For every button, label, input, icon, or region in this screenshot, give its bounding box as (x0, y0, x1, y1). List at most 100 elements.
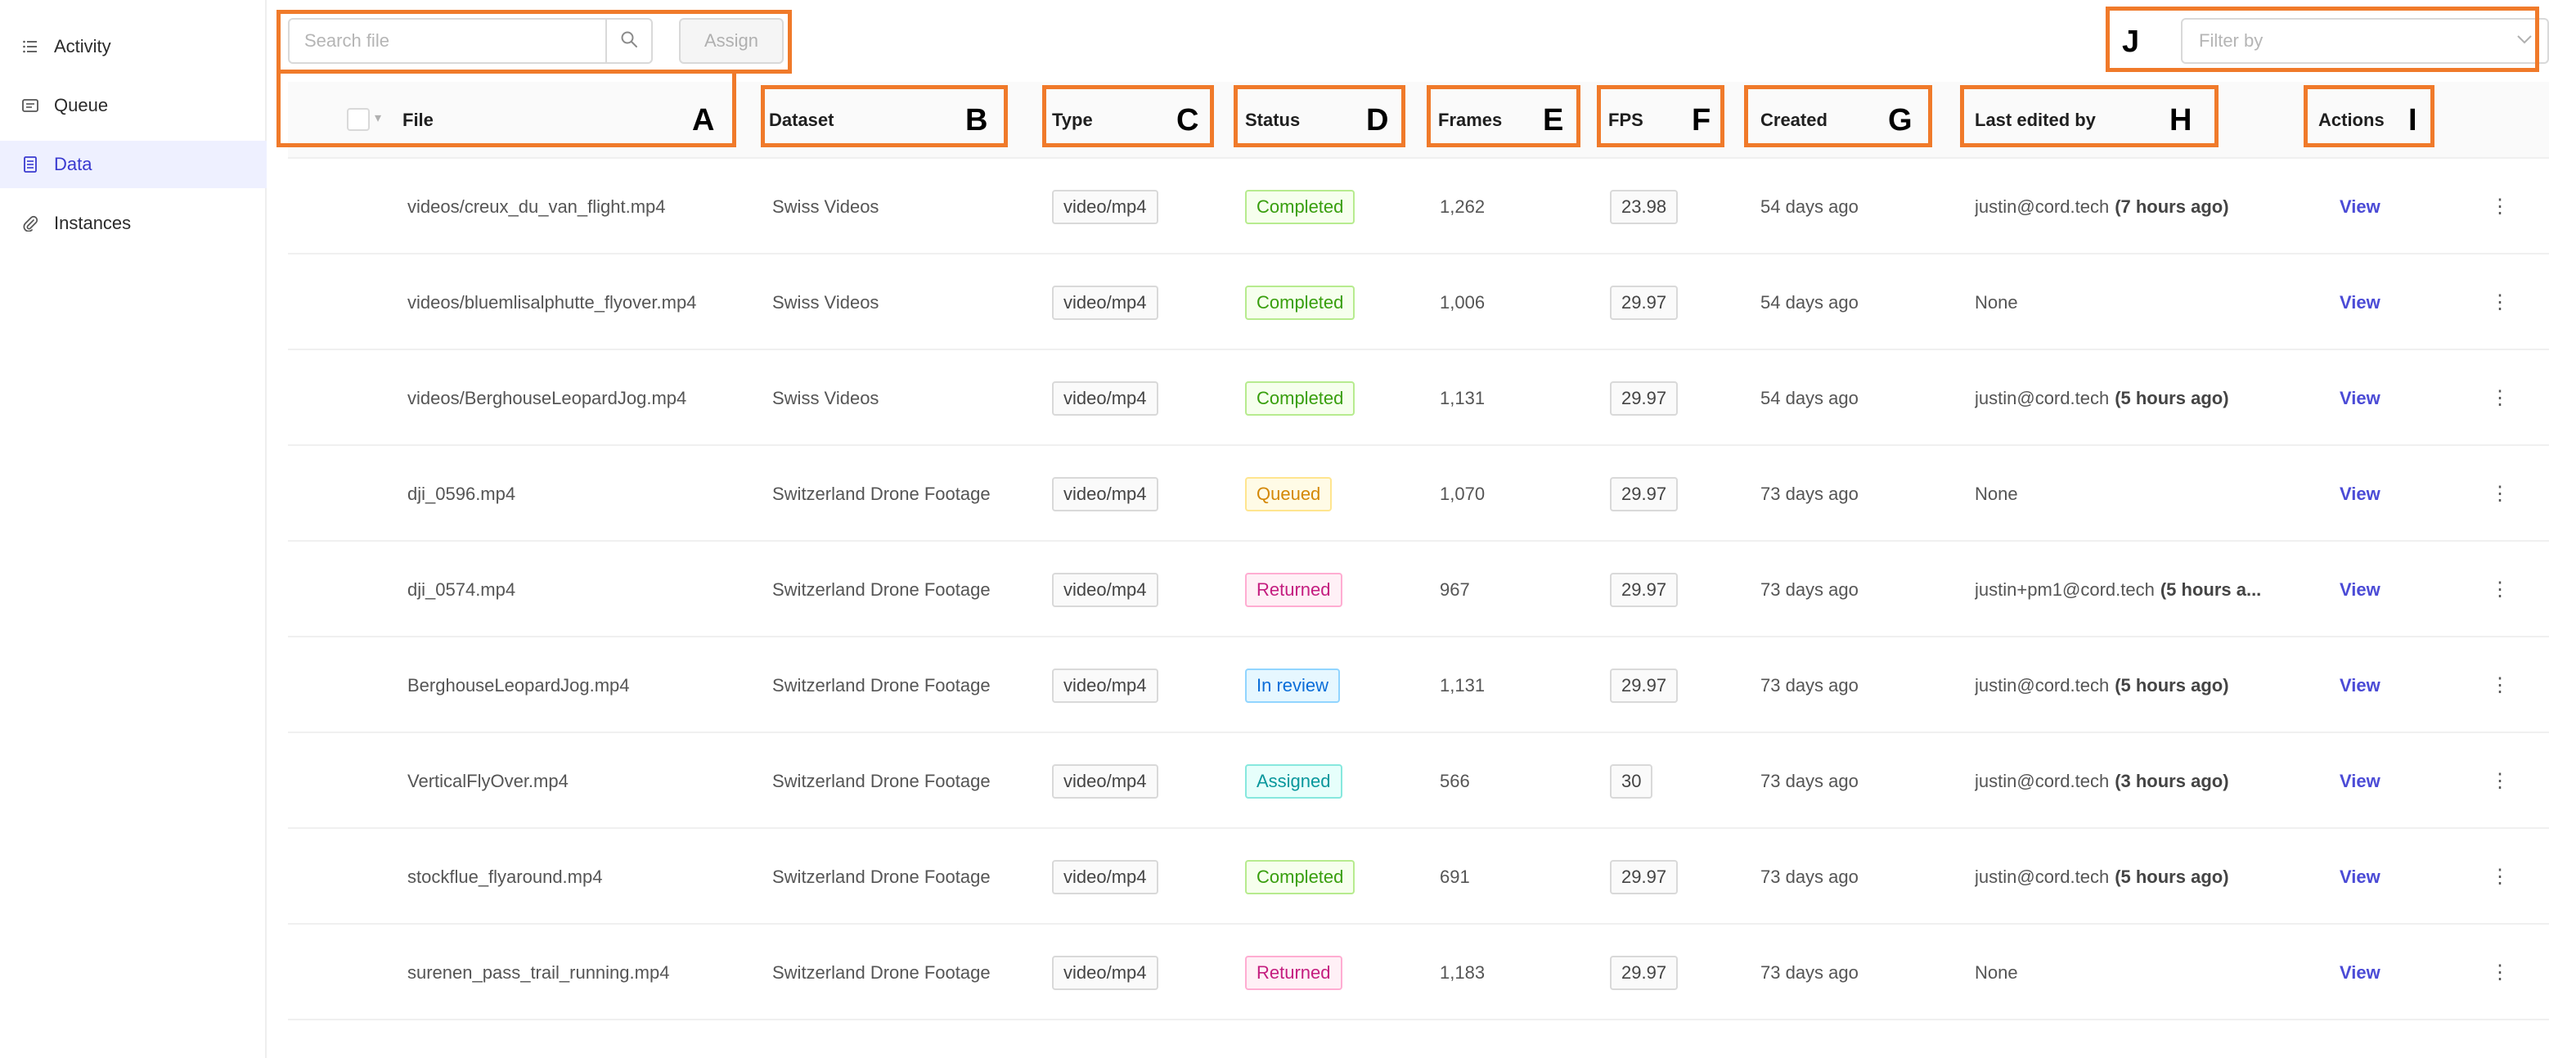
view-link[interactable]: View (2340, 867, 2380, 888)
chevron-down-icon[interactable]: ▾ (375, 110, 381, 126)
type-tag: video/mp4 (1052, 763, 1158, 799)
type-tag: video/mp4 (1052, 955, 1158, 990)
more-vertical-icon[interactable]: ⋮ (2490, 195, 2510, 218)
more-vertical-icon[interactable]: ⋮ (2490, 769, 2510, 793)
status-badge: Completed (1245, 380, 1355, 416)
cell-dataset: Switzerland Drone Footage (772, 674, 991, 696)
type-tag: video/mp4 (1052, 476, 1158, 511)
cell-last-edited: justin@cord.tech (5 hours ago) (1975, 350, 2229, 446)
table-row[interactable]: BerghouseLeopardJog.mp4 Switzerland Drone… (288, 637, 2549, 733)
filter-placeholder: Filter by (2199, 30, 2264, 51)
status-badge: Returned (1245, 572, 1342, 607)
column-header-type[interactable]: Type (1052, 82, 1093, 159)
status-badge: Queued (1245, 476, 1333, 511)
cell-fps: 29.97 (1610, 350, 1679, 446)
column-header-actions: Actions (2318, 110, 2385, 130)
fps-tag: 29.97 (1610, 668, 1679, 703)
more-vertical-icon[interactable]: ⋮ (2490, 961, 2510, 984)
table-row[interactable]: surenen_pass_trail_running.mp4 Switzerlan… (288, 925, 2549, 1020)
more-vertical-icon[interactable]: ⋮ (2490, 865, 2510, 889)
cell-status: Completed (1245, 350, 1355, 446)
type-tag: video/mp4 (1052, 285, 1158, 320)
view-link[interactable]: View (2340, 196, 2380, 218)
cell-last-edited: justin@cord.tech (7 hours ago) (1975, 159, 2229, 254)
fps-tag: 29.97 (1610, 955, 1679, 990)
view-link[interactable]: View (2340, 675, 2380, 696)
cell-more: ⋮ (2490, 637, 2510, 733)
search-input[interactable] (290, 20, 605, 62)
column-header-last-edited[interactable]: Last edited by (1975, 82, 2096, 159)
cell-last-edited: justin@cord.tech (5 hours ago) (1975, 829, 2229, 925)
search-button[interactable] (605, 20, 651, 62)
cell-more: ⋮ (2490, 542, 2510, 637)
cell-more: ⋮ (2490, 159, 2510, 254)
cell-status: Returned (1245, 925, 1342, 1020)
cell-action: View (2340, 637, 2380, 733)
cell-dataset: Switzerland Drone Footage (772, 866, 991, 887)
edited-time: (5 hours ago) (2115, 388, 2229, 408)
select-all-checkbox[interactable] (347, 108, 370, 131)
table-row[interactable]: dji_0574.mp4 Switzerland Drone Footage vid… (288, 542, 2549, 637)
view-link[interactable]: View (2340, 388, 2380, 409)
column-header-fps[interactable]: FPS (1608, 82, 1643, 159)
table-row[interactable]: videos/bluemlisalphutte_flyover.mp4 Swiss… (288, 254, 2549, 350)
status-badge: Completed (1245, 189, 1355, 224)
cell-file: surenen_pass_trail_running.mp4 (407, 961, 670, 983)
sidebar-item-instances[interactable]: Instances (0, 200, 267, 247)
view-link[interactable]: View (2340, 484, 2380, 505)
cell-dataset: Switzerland Drone Footage (772, 483, 991, 504)
cell-more: ⋮ (2490, 350, 2510, 446)
more-vertical-icon[interactable]: ⋮ (2490, 290, 2510, 314)
sidebar-item-data[interactable]: Data (0, 141, 267, 188)
sidebar-item-queue[interactable]: Queue (0, 82, 267, 129)
annotation-label-h: H (2169, 103, 2192, 137)
sidebar-item-activity[interactable]: Activity (0, 23, 267, 70)
status-badge: Assigned (1245, 763, 1342, 799)
cell-status: Completed (1245, 829, 1355, 925)
cell-file: VerticalFlyOver.mp4 (407, 770, 569, 791)
view-link[interactable]: View (2340, 292, 2380, 313)
cell-last-edited: justin+pm1@cord.tech (5 hours a... (1975, 542, 2261, 637)
cell-status: In review (1245, 637, 1341, 733)
cell-dataset: Swiss Videos (772, 196, 879, 217)
cell-action: View (2340, 254, 2380, 350)
cell-frames: 1,131 (1440, 387, 1486, 408)
status-badge: Completed (1245, 285, 1355, 320)
column-header-dataset[interactable]: Dataset (769, 82, 834, 159)
cell-status: Completed (1245, 254, 1355, 350)
table-row[interactable]: videos/creux_du_van_flight.mp4 Swiss Vide… (288, 159, 2549, 254)
column-header-status[interactable]: Status (1245, 82, 1300, 159)
annotation-label-j: J (2122, 25, 2140, 59)
status-badge: Returned (1245, 955, 1342, 990)
cell-dataset: Switzerland Drone Footage (772, 579, 991, 600)
column-header-file[interactable]: File (402, 82, 434, 159)
cell-type: video/mp4 (1052, 350, 1158, 446)
data-icon (21, 155, 39, 173)
column-header-frames[interactable]: Frames (1438, 82, 1502, 159)
more-vertical-icon[interactable]: ⋮ (2490, 482, 2510, 506)
view-link[interactable]: View (2340, 771, 2380, 792)
annotation-label-g: G (1888, 103, 1913, 137)
more-vertical-icon[interactable]: ⋮ (2490, 386, 2510, 410)
annotation-label-c: C (1176, 103, 1199, 137)
table-row[interactable]: dji_0596.mp4 Switzerland Drone Footage vid… (288, 446, 2549, 542)
column-header-created[interactable]: Created (1760, 82, 1827, 159)
more-vertical-icon[interactable]: ⋮ (2490, 673, 2510, 697)
cell-fps: 23.98 (1610, 159, 1679, 254)
cell-type: video/mp4 (1052, 637, 1158, 733)
more-vertical-icon[interactable]: ⋮ (2490, 578, 2510, 601)
cell-file: stockflue_flyaround.mp4 (407, 866, 603, 887)
view-link[interactable]: View (2340, 962, 2380, 984)
fps-tag: 29.97 (1610, 859, 1679, 894)
status-badge: In review (1245, 668, 1341, 703)
assign-button[interactable]: Assign (679, 18, 784, 64)
filter-select[interactable]: Filter by (2181, 18, 2549, 64)
cell-action: View (2340, 542, 2380, 637)
table-row[interactable]: VerticalFlyOver.mp4 Switzerland Drone Foo… (288, 733, 2549, 829)
table-row[interactable]: stockflue_flyaround.mp4 Switzerland Drone… (288, 829, 2549, 925)
chevron-down-icon (2516, 34, 2533, 48)
cell-fps: 29.97 (1610, 829, 1679, 925)
table-row[interactable]: videos/BerghouseLeopardJog.mp4 Swiss Vide… (288, 350, 2549, 446)
view-link[interactable]: View (2340, 579, 2380, 601)
cell-created: 73 days ago (1760, 866, 1859, 887)
